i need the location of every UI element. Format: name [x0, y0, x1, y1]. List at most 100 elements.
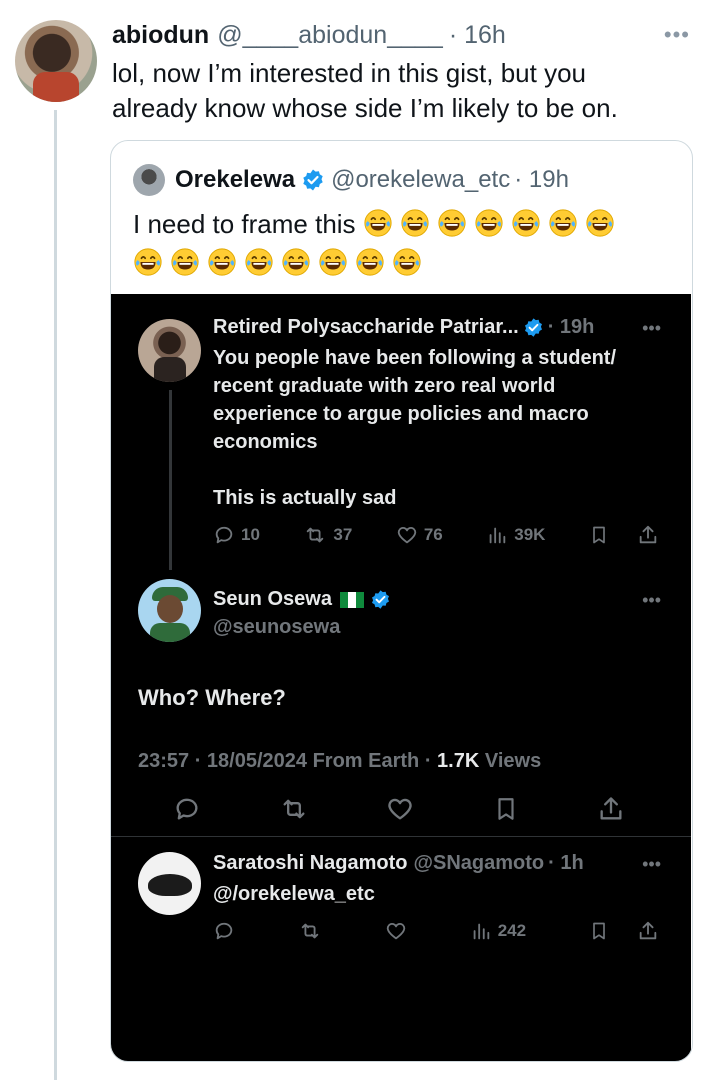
reply1-header: Retired Polysaccharide Patriar... · 19h — [213, 316, 594, 339]
reply2-name: Saratoshi Nagamoto — [213, 852, 408, 874]
laughing-emoji-icon — [282, 248, 310, 276]
laughing-emoji-icon — [208, 248, 236, 276]
like-action: 76 — [396, 524, 443, 546]
laughing-emoji-icon — [171, 248, 199, 276]
more-options-icon: ••• — [642, 854, 661, 874]
reply2-header: Saratoshi Nagamoto @SNagamoto · 1h — [213, 852, 584, 875]
like-count: 76 — [423, 525, 443, 544]
bookmark-share-group — [589, 920, 665, 942]
emoji-row-2 — [133, 246, 673, 281]
reply1-text: You people have been following a student… — [213, 344, 673, 512]
repost-icon — [301, 923, 319, 939]
verified-badge-icon — [303, 169, 323, 191]
main-tweet-avatar — [138, 579, 201, 642]
views-action: 39K — [486, 524, 545, 546]
reply2-text: @/orekelewa_etc — [213, 883, 375, 905]
heart-icon — [388, 798, 412, 820]
laughing-emoji-icon — [356, 248, 384, 276]
main-tweet-views-label: Views — [479, 750, 542, 772]
reply-icon — [215, 526, 233, 544]
more-options-icon[interactable]: ••• — [664, 22, 690, 48]
quote-header: Orekelewa @orekelewa_etc · 19h — [133, 163, 569, 197]
reply1-actions: 10 37 76 39K — [213, 522, 665, 548]
bookmark-action — [589, 524, 665, 546]
quoted-tweet-card[interactable]: Orekelewa @orekelewa_etc · 19h I need to… — [110, 140, 693, 1062]
repost-count: 37 — [333, 525, 353, 544]
laughing-emoji-icon — [364, 209, 392, 237]
embedded-thread-line — [169, 390, 172, 570]
reply1-text-line: economics — [213, 431, 318, 453]
laughing-emoji-icon — [134, 248, 162, 276]
author-name[interactable]: abiodun — [112, 21, 209, 50]
heart-icon — [386, 923, 406, 940]
share-icon — [639, 921, 657, 940]
laughing-emoji-icon — [549, 209, 577, 237]
laughing-emoji-icon — [393, 248, 421, 276]
bookmark-icon — [593, 922, 605, 940]
main-tweet-timestamp: 23:57 · 18/05/2024 From Earth · — [138, 750, 438, 772]
quote-author-name[interactable]: Orekelewa — [175, 166, 295, 194]
share-icon — [600, 797, 622, 820]
main-tweet-meta: 23:57 · 18/05/2024 From Earth · 1.7K Vie… — [138, 750, 541, 773]
reply2-handle: @SNagamoto — [413, 852, 545, 874]
tweet-time[interactable]: · 16h — [449, 21, 506, 50]
main-tweet-header: Seun Osewa — [213, 588, 397, 611]
author-handle[interactable]: @____abiodun____ — [217, 21, 443, 50]
emoji-row-1 — [363, 209, 622, 239]
main-tweet-text: Who? Where? — [138, 685, 286, 710]
views-count: 39K — [514, 525, 546, 544]
views-count: 242 — [497, 921, 527, 940]
reply-icon — [176, 798, 198, 820]
author-avatar[interactable] — [15, 20, 97, 102]
quote-text: I need to frame this — [133, 209, 356, 239]
laughing-emoji-icon — [438, 209, 466, 237]
reply2-time: · 1h — [548, 852, 584, 874]
reply1-text-line: This is actually sad — [213, 487, 397, 509]
tweet-header: abiodun @____abiodun____ · 16h — [112, 18, 688, 52]
reply1-avatar — [138, 319, 201, 382]
nigeria-flag-icon — [339, 591, 364, 608]
bookmark-icon — [497, 798, 514, 820]
divider — [111, 836, 691, 837]
main-tweet-actions — [173, 794, 625, 824]
share-icon — [639, 525, 657, 544]
laughing-emoji-icon — [319, 248, 347, 276]
quote-time[interactable]: · 19h — [514, 166, 569, 194]
reply1-time: · 19h — [547, 316, 595, 338]
heart-icon — [397, 527, 417, 544]
thread-line — [54, 110, 57, 1080]
main-tweet-views-count: 1.7K — [437, 750, 480, 772]
repost-icon — [283, 799, 304, 819]
embedded-screenshot: Retired Polysaccharide Patriar... · 19h … — [111, 294, 691, 1061]
views-action: 242 — [470, 920, 526, 942]
quote-text-block: I need to frame this — [133, 207, 673, 281]
reply-icon — [215, 922, 233, 940]
verified-badge-icon — [524, 318, 542, 337]
reply1-text-line: You people have been following a student… — [213, 347, 616, 369]
laughing-emoji-icon — [401, 209, 429, 237]
quote-author-avatar[interactable] — [133, 164, 165, 196]
laughing-emoji-icon — [475, 209, 503, 237]
more-options-icon: ••• — [642, 318, 661, 338]
laughing-emoji-icon — [586, 209, 614, 237]
views-chart-icon — [489, 527, 506, 544]
main-author-name: Seun Osewa — [213, 588, 332, 610]
laughing-emoji-icon — [245, 248, 273, 276]
reply1-text-line: recent graduate with zero real world — [213, 375, 556, 397]
quote-author-handle[interactable]: @orekelewa_etc — [331, 166, 510, 194]
reply1-name: Retired Polysaccharide Patriar... — [213, 316, 519, 338]
views-chart-icon — [473, 923, 489, 940]
reply2-actions: 242 — [213, 918, 665, 944]
repost-action: 37 — [303, 524, 352, 546]
verified-badge-icon — [371, 590, 389, 609]
tweet-text: lol, now I’m interested in this gist, bu… — [112, 58, 618, 123]
repost-icon — [307, 527, 324, 543]
reply2-avatar — [138, 852, 201, 915]
more-options-icon: ••• — [642, 590, 661, 610]
reply1-text-line: experience to argue policies and macro — [213, 403, 589, 425]
reply-action: 10 — [213, 524, 260, 546]
main-author-handle: @seunosewa — [213, 616, 341, 638]
reply-count: 10 — [241, 525, 260, 544]
bookmark-icon — [593, 526, 605, 544]
laughing-emoji-icon — [512, 209, 540, 237]
